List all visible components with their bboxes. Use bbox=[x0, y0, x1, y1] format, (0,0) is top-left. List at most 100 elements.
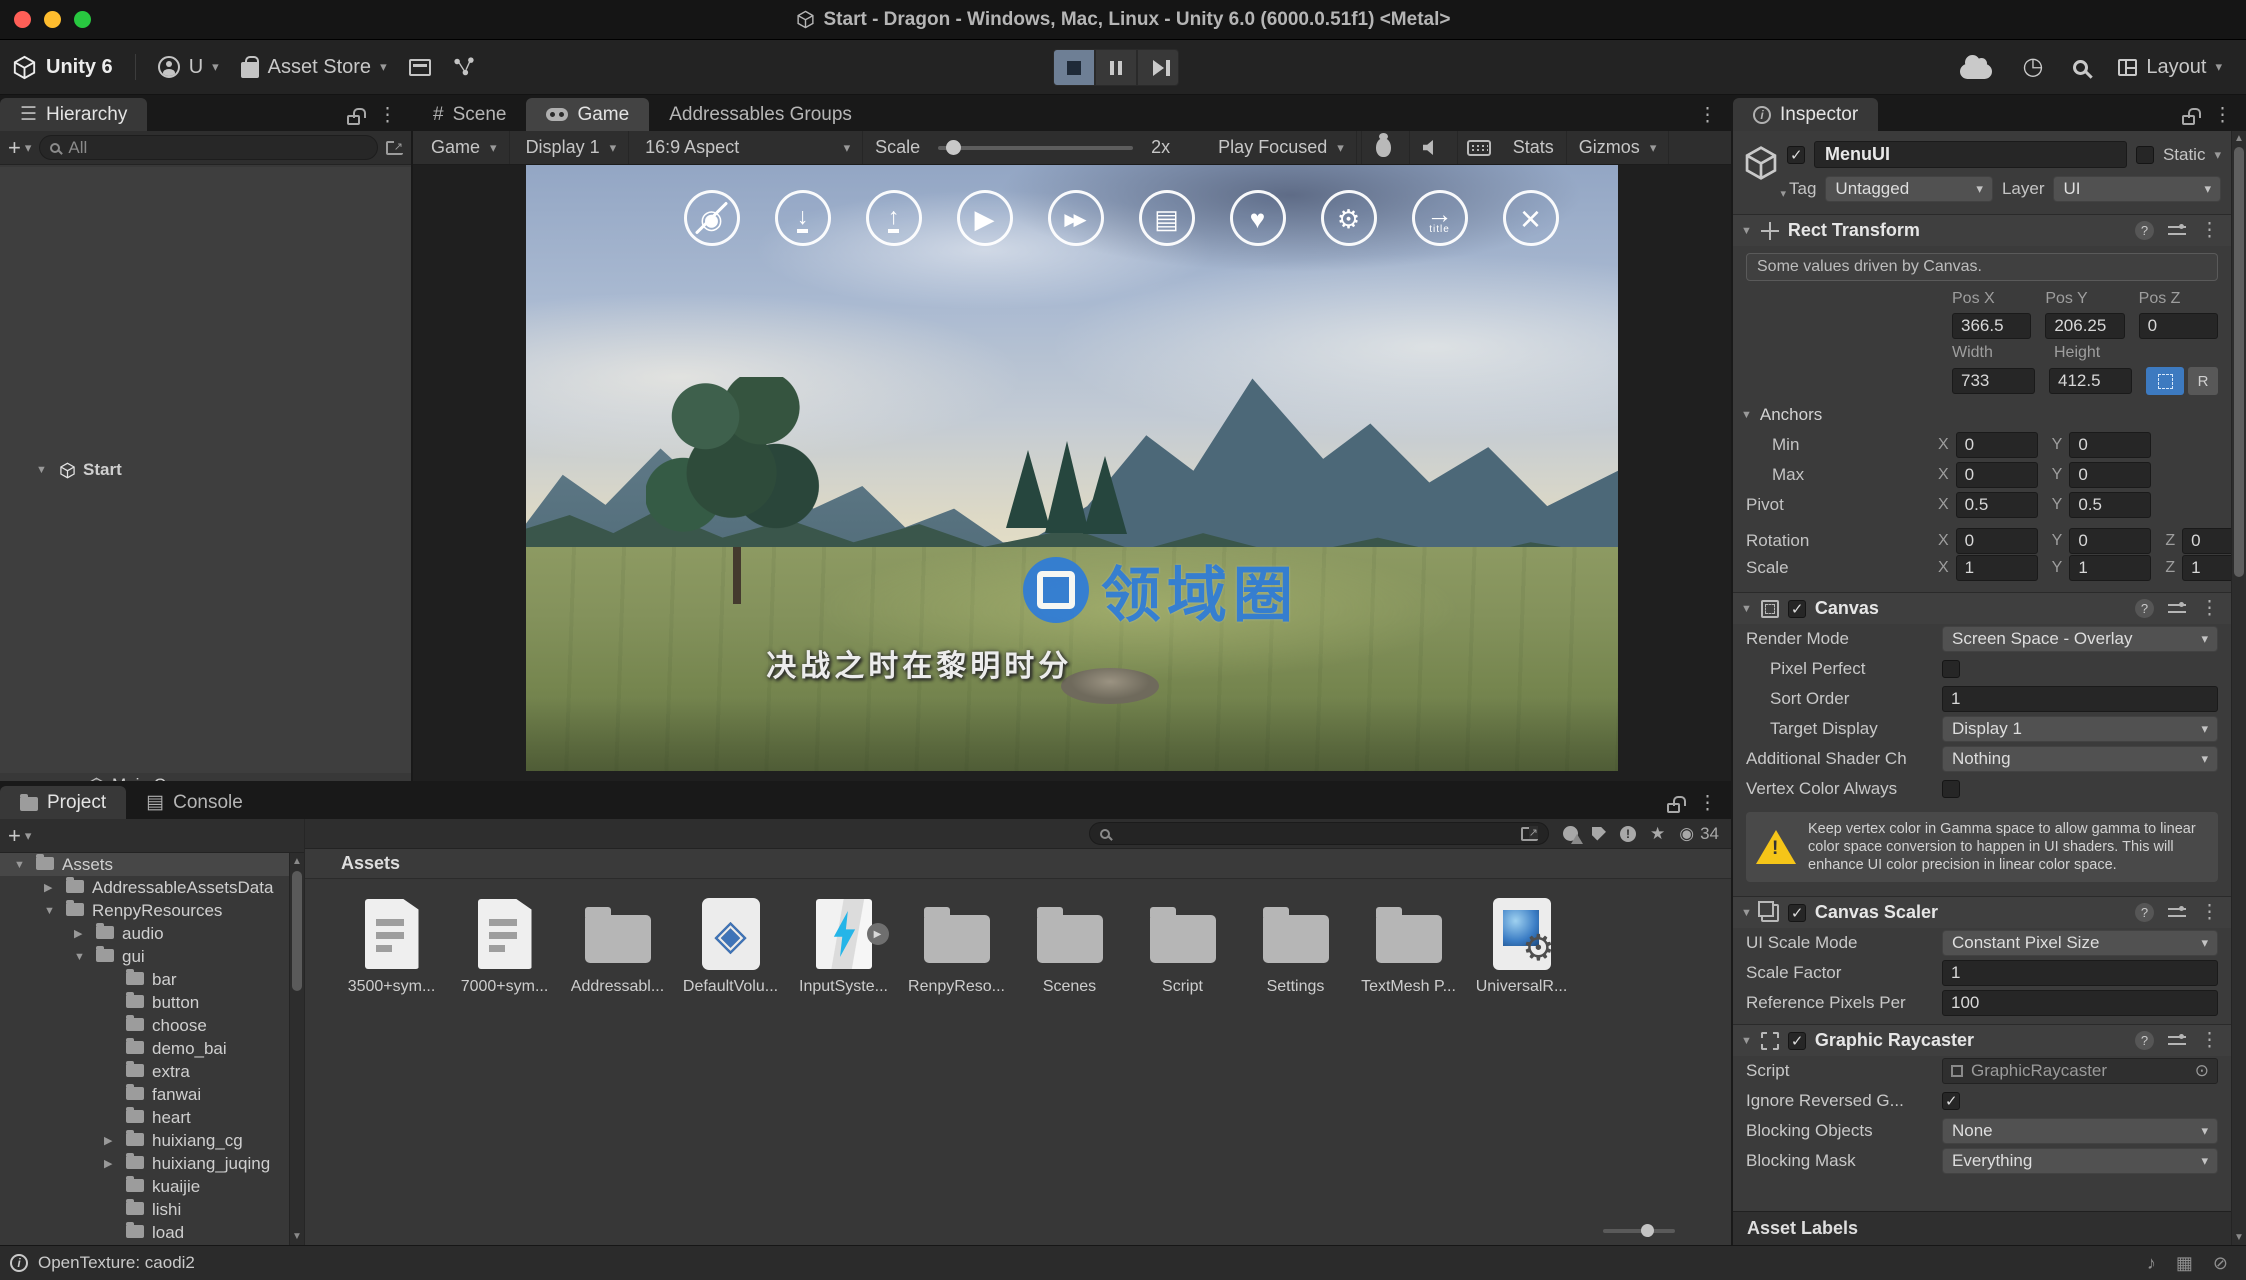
project-tree-item[interactable]: ▶ AddressableAssetsData bbox=[0, 876, 304, 899]
foldout-arrow[interactable]: ▼ bbox=[1741, 603, 1752, 615]
anchor-max-x-field[interactable]: 0 bbox=[1956, 462, 2038, 488]
project-tree-item[interactable]: lishi bbox=[0, 1198, 304, 1221]
minimize-window-button[interactable] bbox=[44, 11, 61, 28]
static-toggle[interactable] bbox=[2136, 146, 2154, 164]
help-icon[interactable] bbox=[2135, 1031, 2154, 1050]
create-asset-button[interactable]: +▾ bbox=[8, 823, 31, 849]
cache-status-icon[interactable]: ▦ bbox=[2176, 1253, 2193, 1274]
row-input[interactable]: 1 bbox=[1942, 960, 2218, 986]
stop-button[interactable] bbox=[1053, 49, 1095, 86]
layer-dropdown[interactable]: UI▾ bbox=[2053, 176, 2221, 202]
row-input[interactable]: 100 bbox=[1942, 990, 2218, 1016]
save-button[interactable]: ↓ bbox=[775, 190, 831, 246]
thumbnail-size-slider[interactable] bbox=[1603, 1229, 1675, 1233]
project-tree-item[interactable]: heart bbox=[0, 1106, 304, 1129]
foldout-arrow[interactable]: ▶ bbox=[74, 927, 96, 940]
play-button[interactable]: ▶ bbox=[957, 190, 1013, 246]
scroll-up-icon[interactable]: ▲ bbox=[2232, 133, 2246, 144]
row-input[interactable]: 1 bbox=[1942, 686, 2218, 712]
tab-addressables-groups[interactable]: Addressables Groups bbox=[649, 98, 872, 131]
tag-dropdown[interactable]: Untagged▾ bbox=[1825, 176, 1993, 202]
asset-item[interactable]: 3500+sym... bbox=[339, 897, 444, 996]
help-icon[interactable] bbox=[2135, 599, 2154, 618]
hierarchy-item[interactable]: ◉⌖ ▼ Start ⋮ bbox=[0, 167, 411, 773]
row-object-field[interactable]: GraphicRaycaster⊙ bbox=[1942, 1058, 2218, 1084]
component-enabled-toggle[interactable] bbox=[1788, 600, 1806, 618]
asset-item[interactable]: 7000+sym... bbox=[452, 897, 557, 996]
aspect-ratio-dropdown[interactable]: 16:9 Aspect▾ bbox=[633, 131, 863, 164]
object-picker-icon[interactable]: ⊙ bbox=[2195, 1061, 2209, 1081]
asset-item[interactable]: Script bbox=[1130, 897, 1235, 996]
mute-audio-button[interactable] bbox=[1409, 131, 1453, 164]
help-icon[interactable] bbox=[2135, 903, 2154, 922]
package-manager-button[interactable] bbox=[409, 59, 431, 76]
component-enabled-toggle[interactable] bbox=[1788, 904, 1806, 922]
close-button[interactable]: × bbox=[1503, 190, 1559, 246]
row-dropdown[interactable]: None▾ bbox=[1942, 1118, 2218, 1144]
status-message[interactable]: OpenTexture: caodi2 bbox=[38, 1253, 195, 1273]
history-icon[interactable]: ◷ bbox=[2022, 55, 2043, 79]
project-tree-item[interactable]: fanwai bbox=[0, 1083, 304, 1106]
tab-console[interactable]: ▤ Console bbox=[126, 786, 263, 819]
console-status-icon[interactable]: ⊘ bbox=[2213, 1253, 2228, 1274]
asset-item[interactable]: Scenes bbox=[1017, 897, 1122, 996]
rotation-x-field[interactable]: 0 bbox=[1956, 528, 2038, 554]
component-menu-icon[interactable]: ⋮ bbox=[2200, 903, 2219, 922]
component-menu-icon[interactable]: ⋮ bbox=[2200, 599, 2219, 618]
asset-item[interactable]: RenpyReso... bbox=[904, 897, 1009, 996]
height-field[interactable]: 412.5 bbox=[2049, 368, 2132, 394]
project-tree-item[interactable]: kuaijie bbox=[0, 1175, 304, 1198]
asset-labels-section[interactable]: Asset Labels bbox=[1733, 1211, 2231, 1245]
create-add-button[interactable]: +▾ bbox=[8, 135, 31, 161]
presets-icon[interactable] bbox=[2168, 224, 2186, 238]
project-search-input[interactable] bbox=[1089, 822, 1549, 845]
display-dropdown[interactable]: Display 1▾ bbox=[514, 131, 630, 164]
anchor-max-y-field[interactable]: 0 bbox=[2069, 462, 2151, 488]
asset-item[interactable]: DefaultVolu... bbox=[678, 897, 783, 996]
hierarchy-search-input[interactable]: All bbox=[39, 135, 378, 160]
row-checkbox[interactable] bbox=[1942, 660, 1960, 678]
asset-store-menu[interactable]: Asset Store ▾ bbox=[241, 56, 387, 79]
lock-icon[interactable] bbox=[1667, 803, 1680, 813]
project-tree-item[interactable]: ▼ Assets bbox=[0, 853, 304, 876]
asset-item[interactable]: Addressabl... bbox=[565, 897, 670, 996]
presets-icon[interactable] bbox=[2168, 906, 2186, 920]
scale-y-field[interactable]: 1 bbox=[2069, 555, 2151, 581]
component-enabled-toggle[interactable] bbox=[1788, 1032, 1806, 1050]
audio-status-icon[interactable]: ♪ bbox=[2147, 1253, 2156, 1274]
version-control-button[interactable] bbox=[453, 56, 475, 78]
lock-icon[interactable] bbox=[347, 115, 360, 125]
foldout-arrow[interactable]: ▶ bbox=[44, 881, 66, 894]
project-tree-item[interactable]: ▼ gui bbox=[0, 945, 304, 968]
search-by-type-button[interactable] bbox=[1563, 826, 1578, 841]
unity-menu-button[interactable]: Unity 6 bbox=[12, 55, 113, 80]
game-mode-dropdown[interactable]: Game▾ bbox=[419, 131, 510, 164]
settings-button[interactable]: ⚙ bbox=[1321, 190, 1377, 246]
foldout-arrow[interactable]: ▼ bbox=[1741, 409, 1752, 421]
anchor-min-x-field[interactable]: 0 bbox=[1956, 432, 2038, 458]
favorite-button[interactable]: ♥ bbox=[1230, 190, 1286, 246]
hierarchy-item[interactable]: ◉⌖ Main Camera ⋮ bbox=[0, 773, 411, 781]
layout-dropdown[interactable]: Layout ▾ bbox=[2118, 56, 2222, 79]
project-tree-item[interactable]: button bbox=[0, 991, 304, 1014]
pos-z-field[interactable]: 0 bbox=[2139, 313, 2218, 339]
presets-icon[interactable] bbox=[2168, 602, 2186, 616]
foldout-arrow[interactable]: ▼ bbox=[1741, 1035, 1752, 1047]
search-window-icon[interactable] bbox=[386, 141, 403, 155]
project-tree-item[interactable]: ▶ huixiang_juqing bbox=[0, 1152, 304, 1175]
keyboard-shortcuts-button[interactable] bbox=[1457, 131, 1501, 164]
search-window-icon[interactable] bbox=[1521, 827, 1538, 841]
project-tree-item[interactable]: ▶ audio bbox=[0, 922, 304, 945]
project-tree-item[interactable]: ▶ huixiang_cg bbox=[0, 1129, 304, 1152]
foldout-arrow[interactable]: ▼ bbox=[44, 905, 66, 917]
asset-item[interactable]: InputSyste... bbox=[791, 897, 896, 996]
foldout-arrow[interactable]: ▶ bbox=[104, 1157, 126, 1170]
project-tree-item[interactable]: choose bbox=[0, 1014, 304, 1037]
presets-icon[interactable] bbox=[2168, 1034, 2186, 1048]
cloud-icon[interactable] bbox=[1960, 64, 1992, 79]
scroll-down-icon[interactable]: ▼ bbox=[290, 1231, 304, 1242]
row-checkbox[interactable] bbox=[1942, 780, 1960, 798]
lock-icon[interactable] bbox=[2182, 115, 2195, 125]
asset-item[interactable]: TextMesh P... bbox=[1356, 897, 1461, 996]
anchor-min-y-field[interactable]: 0 bbox=[2069, 432, 2151, 458]
